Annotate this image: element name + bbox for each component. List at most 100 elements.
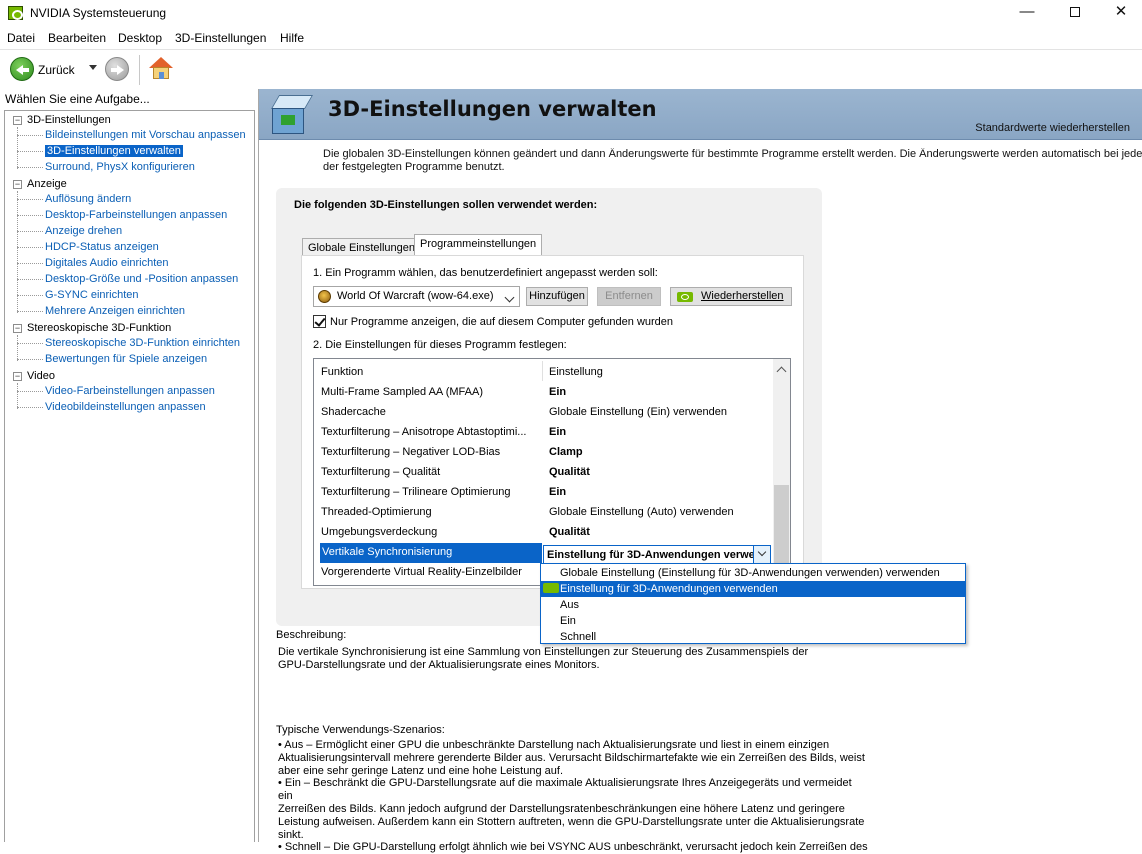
- tree-item-multiple-displays[interactable]: Mehrere Anzeigen einrichten: [45, 305, 185, 317]
- close-button[interactable]: ✕: [1098, 0, 1142, 26]
- back-arrow-icon[interactable]: [10, 57, 34, 81]
- show-found-programs-label[interactable]: Nur Programme anzeigen, die auf diesem C…: [330, 316, 673, 328]
- wow-program-icon: [318, 290, 331, 303]
- option-label: Aus: [560, 599, 579, 611]
- add-program-button[interactable]: Hinzufügen: [526, 287, 588, 306]
- table-row[interactable]: Umgebungsverdeckung Qualität: [314, 523, 772, 543]
- table-row[interactable]: Threaded-Optimierung Globale Einstellung …: [314, 503, 772, 523]
- minimize-button[interactable]: —: [1004, 0, 1050, 26]
- tree-item-image-settings-preview[interactable]: Bildeinstellungen mit Vorschau anpassen: [45, 129, 246, 141]
- task-tree: −3D-Einstellungen Bildeinstellungen mit …: [4, 110, 255, 842]
- row-setting: Qualität: [549, 526, 590, 538]
- tree-item-video-color[interactable]: Video-Farbeinstellungen anpassen: [45, 385, 215, 397]
- tree-category-3d-settings[interactable]: −3D-Einstellungen: [13, 114, 111, 126]
- forward-arrow-icon[interactable]: [105, 57, 129, 81]
- toolbar-separator: [139, 55, 140, 85]
- tree-item-rotate-display[interactable]: Anzeige drehen: [45, 225, 122, 237]
- tree-item-manage-3d-settings[interactable]: 3D-Einstellungen verwalten: [45, 145, 183, 157]
- dropdown-option-highlighted[interactable]: Einstellung für 3D-Anwendungen verwenden: [541, 581, 965, 597]
- table-row[interactable]: Texturfilterung – Qualität Qualität: [314, 463, 772, 483]
- row-function: Umgebungsverdeckung: [321, 526, 438, 538]
- table-row[interactable]: Multi-Frame Sampled AA (MFAA) Ein: [314, 383, 772, 403]
- collapse-icon[interactable]: −: [13, 372, 22, 381]
- menu-file[interactable]: Datei: [7, 31, 35, 45]
- tree-connector: [17, 391, 43, 392]
- show-found-programs-checkbox[interactable]: [313, 315, 326, 328]
- intro-text: Die globalen 3D-Einstellungen können geä…: [323, 148, 1142, 174]
- collapse-icon[interactable]: −: [13, 116, 22, 125]
- tree-item-game-ratings[interactable]: Bewertungen für Spiele anzeigen: [45, 353, 207, 365]
- tree-connector: [17, 167, 43, 168]
- collapse-icon[interactable]: −: [13, 180, 22, 189]
- grid-scrollbar[interactable]: [773, 359, 790, 585]
- usage-line: sinkt.: [278, 828, 304, 841]
- tree-item-gsync[interactable]: G-SYNC einrichten: [45, 289, 139, 301]
- tree-connector: [17, 343, 43, 344]
- tab-program-settings[interactable]: Programmeinstellungen: [414, 234, 543, 256]
- tree-item-stereoscopic-setup[interactable]: Stereoskopische 3D-Funktion einrichten: [45, 337, 240, 349]
- row-function: Multi-Frame Sampled AA (MFAA): [321, 386, 483, 398]
- task-panel-header: Wählen Sie eine Aufgabe...: [5, 92, 150, 106]
- row-setting: Qualität: [549, 466, 590, 478]
- tree-connector: [17, 231, 43, 232]
- remove-program-button[interactable]: Entfernen: [597, 287, 661, 306]
- vsync-setting-combobox[interactable]: Einstellung für 3D-Anwendungen verwenden: [543, 545, 771, 564]
- restore-defaults-link[interactable]: Standardwerte wiederherstellen: [975, 122, 1130, 134]
- restore-program-button[interactable]: Wiederherstellen: [670, 287, 792, 306]
- dropdown-option[interactable]: Globale Einstellung (Einstellung für 3D-…: [541, 565, 965, 581]
- combobox-value: Einstellung für 3D-Anwendungen verwenden: [547, 549, 753, 561]
- tree-item-surround-physx[interactable]: Surround, PhysX konfigurieren: [45, 161, 195, 173]
- nvidia-app-icon: [8, 6, 23, 20]
- table-row[interactable]: Texturfilterung – Anisotrope Abtastoptim…: [314, 423, 772, 443]
- table-row[interactable]: Texturfilterung – Trilineare Optimierung…: [314, 483, 772, 503]
- menu-3d-settings[interactable]: 3D-Einstellungen: [175, 31, 266, 45]
- usage-line: • Aus – Ermöglicht einer GPU die unbesch…: [278, 739, 830, 751]
- program-settings-panel: 1. Ein Programm wählen, das benutzerdefi…: [301, 255, 804, 589]
- row-function: Texturfilterung – Qualität: [321, 466, 441, 478]
- row-setting: Ein: [549, 386, 567, 398]
- window-title: NVIDIA Systemsteuerung: [30, 6, 167, 20]
- tree-item-desktop-color[interactable]: Desktop-Farbeinstellungen anpassen: [45, 209, 227, 221]
- dropdown-option[interactable]: Ein: [541, 613, 965, 629]
- tree-category-stereoscopic[interactable]: − Stereoskopische 3D-Funktion: [13, 322, 171, 334]
- step1-label: 1. Ein Programm wählen, das benutzerdefi…: [313, 267, 658, 279]
- collapse-icon[interactable]: −: [13, 324, 22, 333]
- tree-item-hdcp-status[interactable]: HDCP-Status anzeigen: [45, 241, 159, 253]
- tree-connector: [17, 279, 43, 280]
- tree-category-video[interactable]: − Video: [13, 370, 55, 382]
- chevron-down-icon[interactable]: [753, 546, 770, 563]
- dropdown-option[interactable]: Aus: [541, 597, 965, 613]
- column-divider: [542, 361, 543, 381]
- tree-item-change-resolution[interactable]: Auflösung ändern: [45, 193, 131, 205]
- scrollbar-thumb[interactable]: [774, 485, 789, 569]
- program-select[interactable]: World Of Warcraft (wow-64.exe): [313, 286, 520, 307]
- tree-item-digital-audio[interactable]: Digitales Audio einrichten: [45, 257, 169, 269]
- menu-edit[interactable]: Bearbeiten: [48, 31, 106, 45]
- tree-item-video-image[interactable]: Videobildeinstellungen anpassen: [45, 401, 206, 413]
- history-dropdown-icon[interactable]: [89, 65, 97, 70]
- home-icon[interactable]: [148, 56, 174, 82]
- back-button-label[interactable]: Zurück: [38, 63, 75, 77]
- tree-connector: [17, 383, 18, 409]
- table-row[interactable]: Texturfilterung – Negativer LOD-Bias Clam…: [314, 443, 772, 463]
- column-header-setting[interactable]: Einstellung: [549, 366, 603, 378]
- menu-help[interactable]: Hilfe: [280, 31, 304, 45]
- maximize-button[interactable]: [1052, 0, 1098, 26]
- step2-label: 2. Die Einstellungen für dieses Programm…: [313, 339, 567, 351]
- menu-desktop[interactable]: Desktop: [118, 31, 162, 45]
- row-function: Texturfilterung – Negativer LOD-Bias: [321, 446, 501, 458]
- column-header-function[interactable]: Funktion: [321, 366, 363, 378]
- tree-category-display[interactable]: − Anzeige: [13, 178, 67, 190]
- grid-header: Funktion Einstellung: [314, 359, 772, 383]
- dropdown-option[interactable]: Schnell: [541, 629, 965, 645]
- tab-global-settings[interactable]: Globale Einstellungen: [302, 238, 422, 256]
- table-row[interactable]: Shadercache Globale Einstellung (Ein) ver…: [314, 403, 772, 423]
- row-function: Vertikale Synchronisierung: [320, 543, 542, 563]
- page-banner: 3D-Einstellungen verwalten Standardwerte…: [259, 89, 1142, 140]
- row-function: Threaded-Optimierung: [321, 506, 432, 518]
- scroll-up-icon[interactable]: [776, 366, 787, 377]
- tree-item-desktop-size-position[interactable]: Desktop-Größe und -Position anpassen: [45, 273, 238, 285]
- tree-connector: [17, 295, 43, 296]
- page-title: 3D-Einstellungen verwalten: [328, 97, 657, 121]
- panel-splitter[interactable]: [258, 89, 259, 842]
